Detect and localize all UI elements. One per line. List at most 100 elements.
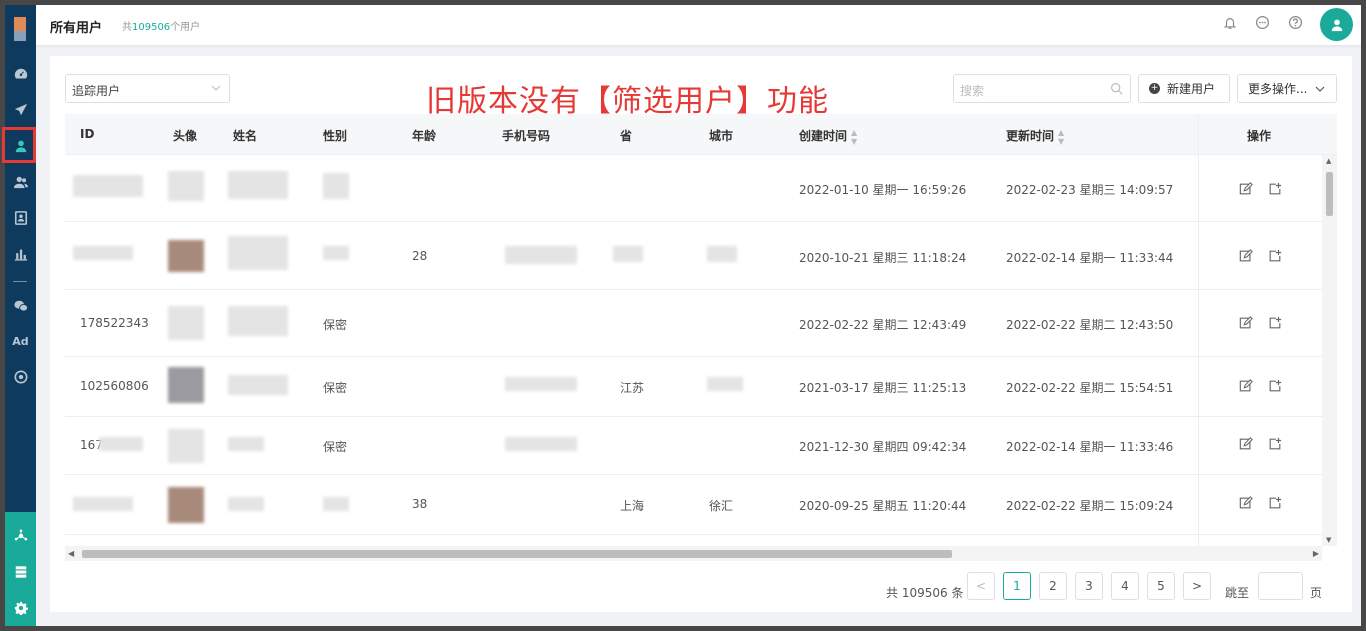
column-header-name: 姓名 [233, 129, 258, 143]
wechat-icon[interactable] [5, 293, 36, 319]
add-tag-icon[interactable] [1268, 249, 1282, 263]
created-time: 2020-10-21 星期三 11:18:24 [799, 251, 967, 265]
sidebar: Ad [2, 5, 36, 626]
ad-icon[interactable]: Ad [5, 328, 36, 354]
page-4-button[interactable]: 4 [1111, 572, 1139, 600]
table-row[interactable]: 178522343 保密 2022-02-22 星期二 12:43:49 202… [65, 290, 1322, 357]
gender: 保密 [323, 440, 348, 454]
redacted-phone [505, 377, 577, 391]
page-title: 所有用户 [50, 21, 103, 36]
help-icon[interactable] [1288, 15, 1304, 31]
jump-to-label: 跳至 [1225, 586, 1250, 600]
city: 徐汇 [709, 499, 734, 513]
updated-time: 2022-02-22 星期二 15:54:51 [1006, 381, 1174, 395]
page-1-button[interactable]: 1 [1003, 572, 1031, 600]
user-type-select[interactable]: 追踪用户 [65, 74, 230, 103]
redacted-id [99, 437, 143, 451]
bell-icon[interactable] [1223, 15, 1239, 31]
add-tag-icon[interactable] [1268, 182, 1282, 196]
updated-time: 2022-02-22 星期二 15:09:24 [1006, 499, 1174, 513]
scroll-down-arrow[interactable]: ▼ [1326, 536, 1331, 544]
updated-time: 2022-02-22 星期二 12:43:50 [1006, 318, 1174, 332]
sidebar-highlight-box [2, 127, 36, 163]
province: 上海 [620, 499, 645, 513]
column-header-phone: 手机号码 [502, 129, 551, 143]
sort-icon[interactable]: ▲ ▼ [851, 128, 857, 146]
redacted-name [228, 236, 288, 270]
server-icon[interactable] [5, 559, 36, 585]
horizontal-scrollbar[interactable]: ◀ ▶ [65, 546, 1322, 561]
add-tag-icon[interactable] [1268, 379, 1282, 393]
vertical-scrollbar[interactable]: ▲ ▼ [1322, 155, 1337, 546]
page-3-button[interactable]: 3 [1075, 572, 1103, 600]
jump-to-page-input[interactable] [1258, 572, 1303, 600]
edit-icon[interactable] [1239, 249, 1253, 263]
scroll-right-arrow[interactable]: ▶ [1313, 549, 1319, 558]
chevron-down-icon [211, 85, 221, 91]
sidebar-bottom [5, 512, 36, 626]
pagination-total: 共 109506 条 [886, 586, 964, 600]
table-row[interactable]: 2022-01-10 星期一 16:59:26 2022-02-23 星期三 1… [65, 155, 1322, 222]
created-time: 2021-12-30 星期四 09:42:34 [799, 440, 967, 454]
redacted-city [707, 377, 743, 391]
redacted-gender [323, 246, 349, 260]
table-row[interactable]: 102560806 保密 江苏 2021-03-17 星期三 11:25:13 … [65, 357, 1322, 417]
column-header-created[interactable]: 创建时间 ▲ ▼ [799, 127, 857, 146]
network-icon[interactable] [5, 523, 36, 549]
add-tag-icon[interactable] [1268, 437, 1282, 451]
edit-icon[interactable] [1239, 316, 1253, 330]
main-area: 所有用户 共109506个用户 追踪用户 旧版本没有【筛选用户】功能 搜索 + … [36, 5, 1361, 626]
redacted-avatar [168, 240, 204, 272]
page-5-button[interactable]: 5 [1147, 572, 1175, 600]
user-group-icon[interactable] [5, 169, 36, 195]
redacted-name [228, 171, 288, 199]
new-user-button[interactable]: + 新建用户 [1138, 74, 1230, 103]
table-row[interactable]: 167 保密 2021-12-30 星期四 09:42:34 2022-02-1… [65, 417, 1322, 475]
add-tag-icon[interactable] [1268, 316, 1282, 330]
table-row[interactable]: 28 2020-10-21 星期三 11:18:24 2022-02-14 星期… [65, 222, 1322, 290]
scroll-left-arrow[interactable]: ◀ [68, 549, 74, 558]
more-actions-button[interactable]: 更多操作... [1237, 74, 1337, 103]
horizontal-scroll-thumb[interactable] [82, 550, 952, 558]
column-header-id[interactable]: ID [80, 127, 94, 141]
user-avatar[interactable] [1320, 8, 1353, 41]
next-page-button[interactable]: > [1183, 572, 1211, 600]
vertical-scroll-thumb[interactable] [1326, 172, 1333, 216]
contact-card-icon[interactable] [5, 205, 36, 231]
edit-icon[interactable] [1239, 182, 1253, 196]
bar-chart-icon[interactable] [5, 241, 36, 267]
dashboard-icon[interactable] [5, 61, 36, 87]
created-time: 2022-01-10 星期一 16:59:26 [799, 183, 967, 197]
user-id: 178522343 [80, 316, 149, 330]
aperture-icon[interactable] [5, 364, 36, 390]
search-input[interactable]: 搜索 [953, 74, 1131, 103]
chat-icon[interactable] [1255, 15, 1271, 31]
updated-time: 2022-02-14 星期一 11:33:44 [1006, 251, 1174, 265]
page-suffix-label: 页 [1310, 586, 1323, 600]
redacted-name [228, 497, 264, 511]
updated-time: 2022-02-23 星期三 14:09:57 [1006, 183, 1174, 197]
table-row[interactable]: 38 上海 徐汇 2020-09-25 星期五 11:20:44 2022-02… [65, 475, 1322, 535]
updated-time: 2022-02-14 星期一 11:33:46 [1006, 440, 1174, 454]
edit-icon[interactable] [1239, 496, 1253, 510]
age: 38 [412, 497, 428, 511]
column-header-province: 省 [620, 129, 633, 143]
scroll-up-arrow[interactable]: ▲ [1326, 157, 1331, 165]
page-2-button[interactable]: 2 [1039, 572, 1067, 600]
redacted-city [707, 246, 737, 262]
add-tag-icon[interactable] [1268, 496, 1282, 510]
prev-page-button[interactable]: < [967, 572, 995, 600]
redacted-avatar [168, 429, 204, 463]
column-header-updated[interactable]: 更新时间 ▲ ▼ [1006, 127, 1064, 146]
edit-icon[interactable] [1239, 437, 1253, 451]
app-logo [12, 17, 28, 43]
gear-icon[interactable] [5, 595, 36, 621]
send-icon[interactable] [5, 97, 36, 123]
redacted-avatar [168, 487, 204, 523]
created-time: 2020-09-25 星期五 11:20:44 [799, 499, 967, 513]
edit-icon[interactable] [1239, 379, 1253, 393]
column-header-age: 年龄 [412, 129, 437, 143]
province: 江苏 [620, 381, 645, 395]
sort-icon[interactable]: ▲ ▼ [1058, 128, 1064, 146]
top-bar: 所有用户 共109506个用户 [36, 5, 1361, 45]
